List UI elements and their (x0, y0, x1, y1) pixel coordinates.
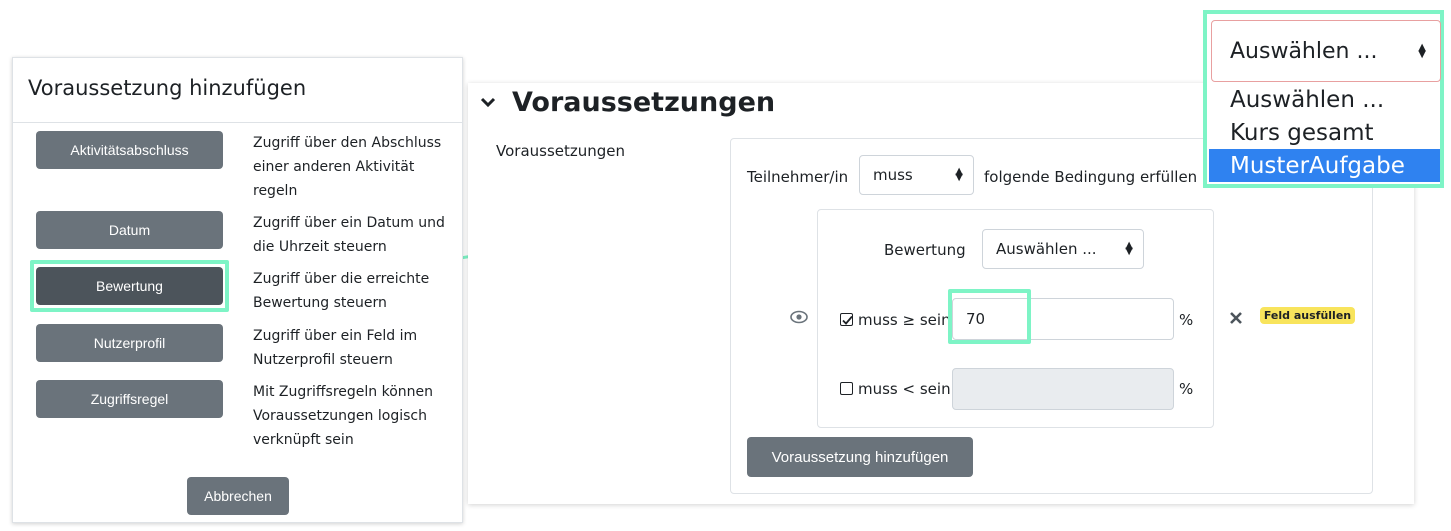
user-profile-button[interactable]: Nutzerprofil (36, 324, 223, 362)
grade-desc: Zugriff über die erreichte Bewertung ste… (253, 271, 430, 311)
min-grade-highlight (948, 289, 1031, 344)
dropdown-option-course-total[interactable]: Kurs gesamt (1209, 116, 1440, 149)
min-grade-checkbox[interactable] (840, 313, 853, 326)
grade-label: Bewertung (884, 241, 966, 259)
user-profile-desc: Zugriff über ein Feld im Nutzerprofil st… (253, 328, 418, 368)
select-caret-icon: ▲ ▼ (1418, 42, 1426, 60)
condition-text: folgende Bedingung erfüllen (984, 168, 1198, 186)
max-grade-label: muss < sein (858, 380, 951, 398)
select-caret-icon: ▲ ▼ (1125, 240, 1133, 257)
grade-select-value: Auswählen ... (996, 240, 1097, 258)
select-caret-icon: ▲ ▼ (955, 166, 963, 183)
grade-button[interactable]: Bewertung (36, 267, 223, 305)
min-percent-sign: % (1179, 311, 1194, 329)
eye-icon[interactable] (790, 309, 808, 324)
dropdown-option-choose[interactable]: Auswählen ... (1209, 83, 1440, 116)
activity-completion-desc: Zugriff über den Abschluss einer anderen… (253, 135, 442, 199)
dropdown-select[interactable]: Auswählen ... ▲ ▼ (1211, 20, 1441, 82)
close-icon[interactable] (1229, 310, 1243, 324)
section-title: Voraussetzungen (512, 87, 776, 118)
max-grade-input[interactable] (952, 368, 1174, 410)
participant-label: Teilnehmer/in (747, 168, 849, 186)
date-button[interactable]: Datum (36, 211, 223, 249)
grade-item-select[interactable]: Auswählen ... ▲ ▼ (982, 229, 1144, 269)
must-select-value: muss (873, 166, 913, 184)
must-select[interactable]: muss ▲ ▼ (859, 155, 974, 195)
collapse-chevron-icon[interactable] (478, 92, 498, 112)
grade-item-dropdown: Auswählen ... ▲ ▼ Auswählen ... Kurs gesa… (1203, 10, 1444, 188)
activity-completion-button[interactable]: Aktivitätsabschluss (36, 131, 223, 169)
max-percent-sign: % (1179, 380, 1194, 398)
min-grade-label: muss ≥ sein (858, 311, 951, 329)
cancel-button[interactable]: Abbrechen (187, 477, 289, 515)
add-restriction-modal: Voraussetzung hinzufügen Aktivitätsabsch… (12, 57, 463, 523)
dropdown-option-musteraufgabe[interactable]: MusterAufgabe (1209, 149, 1440, 182)
date-desc: Zugriff über ein Datum und die Uhrzeit s… (253, 215, 445, 255)
modal-title: Voraussetzung hinzufügen (28, 76, 307, 100)
max-grade-checkbox[interactable] (840, 382, 853, 395)
restrictions-field-label: Voraussetzungen (496, 142, 626, 160)
restriction-set-button[interactable]: Zugriffsregel (36, 380, 223, 418)
restriction-set-desc: Mit Zugriffsregeln können Voraussetzunge… (253, 384, 434, 448)
checkmark-icon (842, 315, 853, 325)
add-restriction-button[interactable]: Voraussetzung hinzufügen (747, 437, 973, 477)
required-badge: Feld ausfüllen (1260, 307, 1355, 324)
modal-divider (13, 122, 462, 123)
dropdown-selected-value: Auswählen ... (1230, 38, 1378, 64)
